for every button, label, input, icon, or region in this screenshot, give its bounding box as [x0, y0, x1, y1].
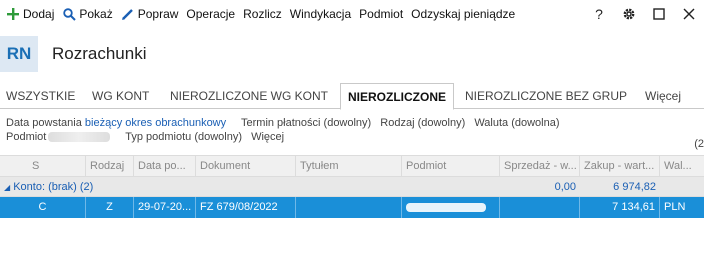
filter-more[interactable]: Więcej — [251, 131, 284, 143]
cell-date: 29-07-20... — [134, 197, 196, 218]
window-controls: ? — [584, 0, 704, 28]
tab-unsettled-no-groups[interactable]: NIEROZLICZONE BEZ GRUP — [465, 83, 627, 109]
column-header-purchase[interactable]: Zakup - wart... — [580, 156, 660, 177]
expand-triangle-icon[interactable]: ◢ — [4, 183, 10, 192]
record-count: (2 — [694, 138, 704, 150]
filter-payment-term[interactable]: Termin płatności (dowolny) — [241, 117, 371, 129]
filter-row-2: Podmiot Typ podmiotu (dowolny) Więcej — [6, 130, 566, 144]
cell-purchase: 7 134,61 — [580, 197, 660, 218]
tab-bar: WSZYSTKIE WG KONT NIEROZLICZONE WG KONT … — [0, 83, 704, 110]
tab-unsettled[interactable]: NIEROZLICZONE — [340, 83, 454, 110]
cell-entity — [402, 197, 500, 218]
filter-row-1: Data powstania bieżący okres obrachunkow… — [6, 116, 566, 130]
collection-menu[interactable]: Windykacja — [286, 0, 355, 28]
tab-by-accounts[interactable]: WG KONT — [92, 83, 149, 109]
plus-icon — [6, 7, 20, 21]
page-title: Rozrachunki — [52, 44, 147, 63]
filter-entity-label: Podmiot — [6, 131, 47, 143]
pencil-icon — [121, 7, 135, 21]
show-button[interactable]: Pokaż — [58, 0, 116, 28]
toolbar: Dodaj Pokaż Popraw Operacje Rozlicz Wind… — [0, 0, 704, 28]
filter-bar: Data powstania bieżący okres obrachunkow… — [6, 116, 566, 144]
filter-currency[interactable]: Waluta (dowolna) — [474, 117, 559, 129]
group-sales-total: 0,00 — [554, 181, 576, 193]
entity-menu[interactable]: Podmiot — [355, 0, 407, 28]
show-button-label: Pokaż — [79, 7, 113, 21]
cell-type: Z — [86, 197, 134, 218]
group-purchase-total: 6 974,82 — [613, 181, 656, 193]
page-header: RN Rozrachunki — [0, 36, 147, 72]
cell-document: FZ 679/08/2022 — [196, 197, 296, 218]
help-icon[interactable]: ? — [584, 0, 614, 28]
column-header-entity[interactable]: Podmiot — [402, 156, 500, 177]
module-badge: RN — [0, 36, 38, 72]
filter-entity-type[interactable]: Typ podmiotu (dowolny) — [125, 131, 242, 143]
gear-icon[interactable] — [614, 0, 644, 28]
column-header-type[interactable]: Rodzaj — [86, 156, 134, 177]
recover-money-button[interactable]: Odzyskaj pieniądze — [407, 0, 519, 28]
filter-entity[interactable]: Podmiot — [6, 131, 116, 143]
edit-button[interactable]: Popraw — [117, 0, 183, 28]
data-grid: S Rodzaj Data po... Dokument Tytułem Pod… — [0, 155, 704, 218]
maximize-icon[interactable] — [644, 0, 674, 28]
column-header-date[interactable]: Data po... — [134, 156, 196, 177]
group-label: ◢ Konto: (brak) (2) — [4, 177, 93, 198]
group-label-text: Konto: (brak) (2) — [13, 181, 94, 193]
column-header-currency[interactable]: Wal... — [660, 156, 704, 177]
filter-entity-redacted-value — [48, 132, 111, 143]
table-row[interactable]: C Z 29-07-20... FZ 679/08/2022 7 134,61 … — [0, 197, 704, 218]
tab-unsettled-by-accounts[interactable]: NIEROZLICZONE WG KONT — [170, 83, 328, 109]
group-row[interactable]: ◢ Konto: (brak) (2) 0,00 6 974,82 — [0, 177, 704, 197]
cell-entity-redacted — [406, 202, 486, 212]
column-header-sales[interactable]: Sprzedaż - w... — [500, 156, 580, 177]
filter-date-created-label: Data powstania — [6, 117, 85, 129]
cell-title — [296, 197, 402, 218]
add-button[interactable]: Dodaj — [2, 0, 58, 28]
settle-menu[interactable]: Rozlicz — [239, 0, 286, 28]
column-header-title[interactable]: Tytułem — [296, 156, 402, 177]
filter-date-created[interactable]: Data powstania bieżący okres obrachunkow… — [6, 117, 232, 129]
tab-all[interactable]: WSZYSTKIE — [6, 83, 75, 109]
cell-sales — [500, 197, 580, 218]
search-icon — [62, 7, 76, 21]
close-icon[interactable] — [674, 0, 704, 28]
tab-more[interactable]: Więcej — [645, 83, 681, 109]
grid-header: S Rodzaj Data po... Dokument Tytułem Pod… — [0, 155, 704, 177]
column-header-status[interactable]: S — [0, 156, 86, 177]
cell-currency: PLN — [664, 201, 686, 213]
add-button-label: Dodaj — [23, 7, 55, 21]
filter-date-created-value[interactable]: bieżący okres obrachunkowy — [85, 117, 226, 129]
column-header-document[interactable]: Dokument — [196, 156, 296, 177]
filter-type[interactable]: Rodzaj (dowolny) — [380, 117, 465, 129]
edit-button-label: Popraw — [137, 7, 179, 21]
operations-menu[interactable]: Operacje — [182, 0, 239, 28]
cell-status: C — [0, 197, 86, 218]
